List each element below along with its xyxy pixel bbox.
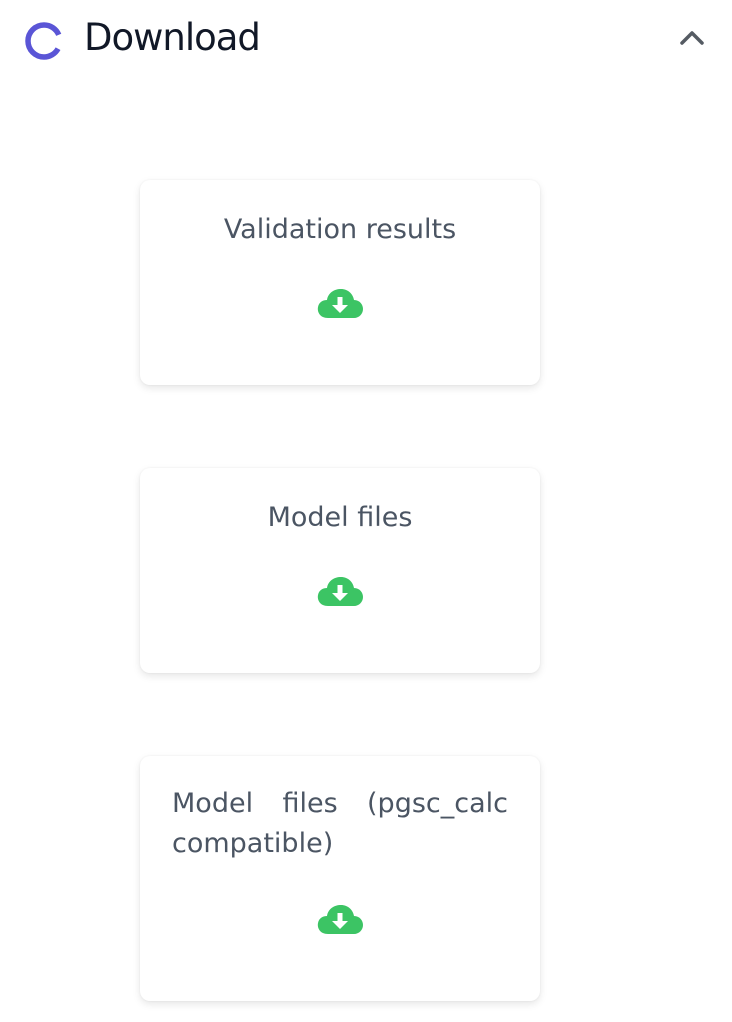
section-header: Download	[0, 0, 732, 80]
cloud-download-icon[interactable]	[316, 574, 364, 608]
download-card-validation-results[interactable]: Validation results	[140, 180, 540, 385]
spinner-ring-icon	[25, 22, 63, 60]
cloud-download-icon[interactable]	[316, 902, 364, 936]
cloud-download-icon[interactable]	[316, 286, 364, 320]
download-card-model-files-pgsc-calc[interactable]: Model files (pgsc_calc compatible)	[140, 756, 540, 1001]
card-label: Model files (pgsc_calc compatible)	[172, 788, 508, 859]
download-card-model-files[interactable]: Model files	[140, 468, 540, 673]
card-label: Model files	[267, 502, 413, 533]
section-title: Download	[84, 16, 261, 59]
chevron-up-icon[interactable]	[676, 24, 708, 52]
card-label: Validation results	[223, 214, 457, 245]
page: Download Validation results Model files …	[0, 0, 732, 1022]
